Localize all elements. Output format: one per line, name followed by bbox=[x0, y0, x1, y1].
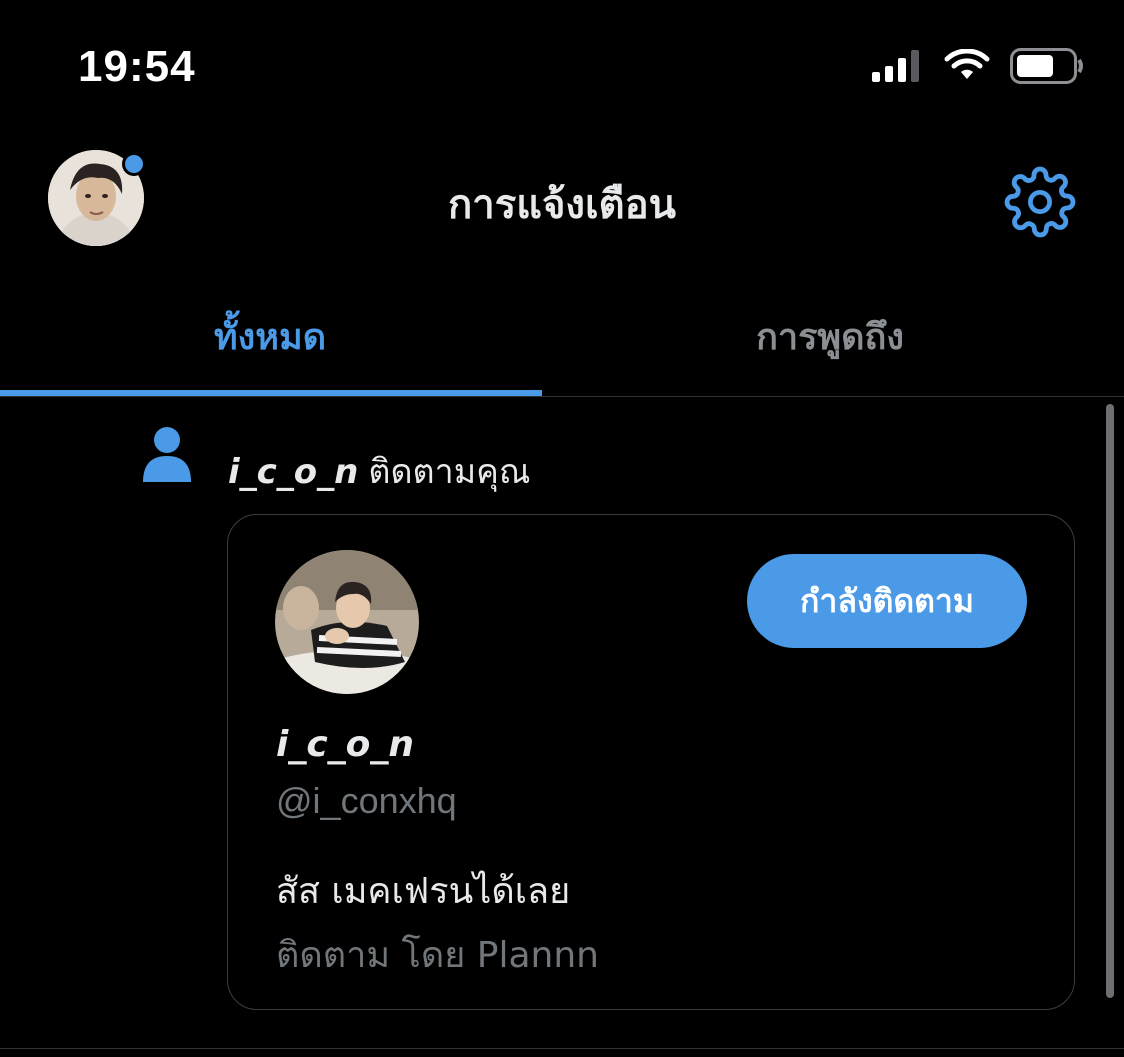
battery-icon bbox=[1010, 48, 1083, 84]
card-bio: สัส เมคเฟรนได้เลย bbox=[276, 871, 571, 912]
followed-by-text: ติดตาม โดย Plannn bbox=[276, 935, 599, 976]
page-title: การแจ้งเตือน bbox=[448, 182, 676, 228]
divider bbox=[0, 1048, 1124, 1049]
user-avatar[interactable] bbox=[275, 550, 419, 694]
gear-icon[interactable] bbox=[1004, 166, 1076, 238]
card-display-name[interactable]: i_c_o_n bbox=[276, 724, 414, 765]
tab-mentions[interactable]: การพูดถึง bbox=[560, 308, 1100, 365]
divider bbox=[0, 396, 1124, 397]
status-icons bbox=[872, 48, 1084, 84]
following-button[interactable]: กำลังติดตาม bbox=[747, 554, 1027, 648]
signal-icon bbox=[872, 50, 919, 82]
status-time: 19:54 bbox=[78, 42, 196, 91]
notification-text[interactable]: i_c_o_n ติดตามคุณ bbox=[228, 444, 530, 498]
notification-username[interactable]: i_c_o_n bbox=[228, 452, 358, 492]
wifi-icon bbox=[944, 49, 990, 79]
card-handle[interactable]: @i_conxhq bbox=[276, 780, 457, 822]
person-icon bbox=[142, 424, 192, 484]
notification-action: ติดตามคุณ bbox=[368, 452, 531, 492]
tab-all[interactable]: ทั้งหมด bbox=[0, 308, 540, 365]
scrollbar[interactable] bbox=[1106, 404, 1114, 998]
